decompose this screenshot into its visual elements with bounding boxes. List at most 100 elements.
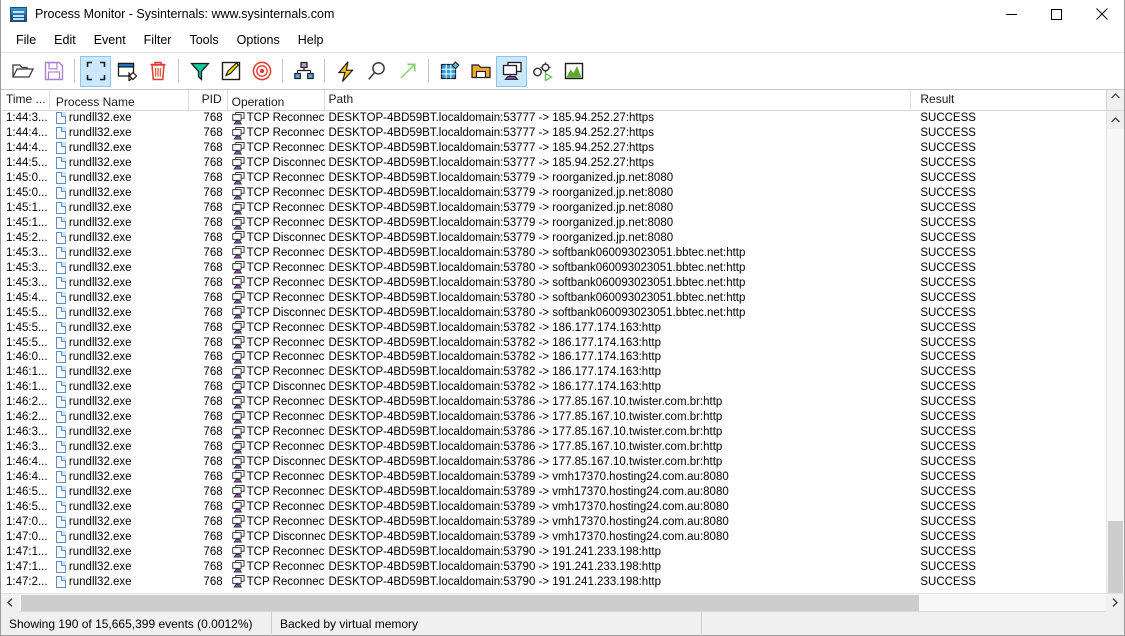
cell-result-text: SUCCESS [920, 381, 976, 394]
cell-path: DESKTOP-4BD59BT.localdomain:53786 -> 177… [325, 455, 911, 470]
table-row[interactable]: 1:45:5... rundll32.exe 768 TCP Disconnect DE… [1, 305, 1106, 320]
open-icon[interactable] [7, 56, 38, 87]
cell-process-name: rundll32.exe [50, 544, 189, 559]
cell-process-name-text: rundll32.exe [68, 246, 132, 259]
table-row[interactable]: 1:45:5... rundll32.exe 768 TCP Reconnect DES… [1, 320, 1106, 335]
cell-operation: TCP Disconnect [228, 156, 325, 171]
cell-path-text: DESKTOP-4BD59BT.localdomain:53789 -> vmh… [328, 530, 729, 543]
horizontal-scrollbar[interactable] [1, 593, 1124, 612]
cell-time: 1:46:3... [1, 425, 50, 440]
table-row[interactable]: 1:44:3... rundll32.exe 768 TCP Reconnect DES… [1, 111, 1106, 126]
table-row[interactable]: 1:46:2... rundll32.exe 768 TCP Reconnect DES… [1, 395, 1106, 410]
table-row[interactable]: 1:45:3... rundll32.exe 768 TCP Reconnect DES… [1, 275, 1106, 290]
autoscroll-icon[interactable] [111, 56, 142, 87]
highlight-icon[interactable] [215, 56, 246, 87]
cell-process-name: rundll32.exe [50, 230, 189, 245]
table-row[interactable]: 1:46:1... rundll32.exe 768 TCP Reconnect DES… [1, 365, 1106, 380]
table-row[interactable]: 1:46:1... rundll32.exe 768 TCP Disconnect DE… [1, 380, 1106, 395]
cell-path-text: DESKTOP-4BD59BT.localdomain:53782 -> 186… [328, 321, 661, 334]
table-row[interactable]: 1:47:1... rundll32.exe 768 TCP Reconnect DES… [1, 559, 1106, 574]
table-row[interactable]: 1:46:4... rundll32.exe 768 TCP Reconnect DES… [1, 470, 1106, 485]
clear-icon[interactable] [142, 56, 173, 87]
table-row[interactable]: 1:47:1... rundll32.exe 768 TCP Reconnect DES… [1, 544, 1106, 559]
cell-result: SUCCESS [911, 305, 1106, 320]
table-row[interactable]: 1:45:3... rundll32.exe 768 TCP Reconnect DES… [1, 260, 1106, 275]
chevron-up-icon [1111, 93, 1120, 99]
table-row[interactable]: 1:46:2... rundll32.exe 768 TCP Reconnect DES… [1, 410, 1106, 425]
column-header-time[interactable]: Time ... [1, 90, 50, 111]
menu-edit[interactable]: Edit [45, 30, 85, 50]
table-row[interactable]: 1:45:3... rundll32.exe 768 TCP Reconnect DES… [1, 245, 1106, 260]
cell-operation: TCP Reconnect [228, 171, 325, 186]
menu-options[interactable]: Options [228, 30, 289, 50]
scroll-right-button[interactable] [1106, 593, 1124, 612]
file-activity-icon[interactable] [465, 56, 496, 87]
column-header-operation[interactable]: Operation [228, 90, 326, 111]
process-activity-icon[interactable] [527, 56, 558, 87]
vertical-scroll-track[interactable] [1107, 129, 1124, 593]
table-row[interactable]: 1:45:2... rundll32.exe 768 TCP Disconnect DE… [1, 231, 1106, 246]
table-row[interactable]: 1:46:5... rundll32.exe 768 TCP Reconnect DES… [1, 499, 1106, 514]
table-row[interactable]: 1:47:0... rundll32.exe 768 TCP Reconnect DES… [1, 514, 1106, 529]
cell-time-text: 1:46:2... [6, 411, 48, 424]
vertical-scroll-thumb[interactable] [1108, 521, 1123, 593]
table-row[interactable]: 1:44:5... rundll32.exe 768 TCP Disconnect DE… [1, 156, 1106, 171]
table-row[interactable]: 1:45:1... rundll32.exe 768 TCP Reconnect DES… [1, 201, 1106, 216]
menu-event[interactable]: Event [85, 30, 135, 50]
registry-activity-icon[interactable] [434, 56, 465, 87]
network-activity-icon[interactable] [496, 55, 527, 87]
event-list[interactable]: 1:44:3... rundll32.exe 768 TCP Reconnect DES… [1, 111, 1106, 593]
menu-help[interactable]: Help [289, 30, 333, 50]
table-row[interactable]: 1:45:0... rundll32.exe 768 TCP Reconnect DES… [1, 171, 1106, 186]
menu-file[interactable]: File [7, 30, 45, 50]
tcp-network-icon [231, 515, 245, 528]
table-row[interactable]: 1:47:2... rundll32.exe 768 TCP Reconnect DES… [1, 574, 1106, 589]
table-row[interactable]: 1:46:0... rundll32.exe 768 TCP Reconnect DES… [1, 350, 1106, 365]
table-row[interactable]: 1:47:0... rundll32.exe 768 TCP Disconnect DE… [1, 529, 1106, 544]
menu-tools[interactable]: Tools [180, 30, 227, 50]
save-icon[interactable] [38, 56, 69, 87]
cell-result-text: SUCCESS [920, 530, 976, 543]
table-row[interactable]: 1:46:3... rundll32.exe 768 TCP Reconnect DES… [1, 425, 1106, 440]
horizontal-scroll-thumb[interactable] [21, 594, 919, 611]
close-button[interactable] [1079, 0, 1124, 28]
process-file-icon [55, 470, 66, 483]
menu-filter[interactable]: Filter [135, 30, 181, 50]
table-row[interactable]: 1:46:4... rundll32.exe 768 TCP Disconnect DE… [1, 455, 1106, 470]
scroll-up-button[interactable] [1107, 111, 1124, 129]
cell-pid: 768 [189, 156, 228, 171]
table-row[interactable]: 1:45:5... rundll32.exe 768 TCP Reconnect DES… [1, 335, 1106, 350]
include-process-icon[interactable] [246, 56, 277, 87]
column-header-path[interactable]: Path [325, 90, 912, 111]
cell-result: SUCCESS [911, 335, 1106, 350]
table-row[interactable]: 1:46:3... rundll32.exe 768 TCP Reconnect DES… [1, 440, 1106, 455]
profiling-events-icon[interactable] [558, 56, 589, 87]
jump-to-icon[interactable] [392, 56, 423, 87]
table-row[interactable]: 1:46:5... rundll32.exe 768 TCP Reconnect DES… [1, 484, 1106, 499]
horizontal-scroll-track[interactable] [19, 594, 1106, 612]
table-row[interactable]: 1:45:0... rundll32.exe 768 TCP Reconnect DES… [1, 186, 1106, 201]
table-row[interactable]: 1:44:4... rundll32.exe 768 TCP Reconnect DES… [1, 126, 1106, 141]
process-tree-icon[interactable] [288, 56, 319, 87]
maximize-button[interactable] [1034, 0, 1079, 28]
minimize-button[interactable] [989, 0, 1034, 28]
cell-result: SUCCESS [911, 469, 1106, 484]
filter-icon[interactable] [184, 56, 215, 87]
find-bolt-icon[interactable] [330, 56, 361, 87]
vertical-scrollbar[interactable] [1106, 111, 1124, 593]
cell-operation: TCP Reconnect [228, 350, 325, 365]
column-header-process-name[interactable]: Process Name [50, 90, 189, 111]
table-row[interactable]: 1:45:1... rundll32.exe 768 TCP Reconnect DES… [1, 216, 1106, 231]
capture-icon[interactable] [80, 55, 111, 87]
table-row[interactable]: 1:45:4... rundll32.exe 768 TCP Reconnect DES… [1, 290, 1106, 305]
cell-result-text: SUCCESS [920, 112, 976, 125]
cell-time-text: 1:47:2... [6, 575, 48, 588]
table-row[interactable]: 1:44:4... rundll32.exe 768 TCP Reconnect DES… [1, 141, 1106, 156]
cell-result: SUCCESS [911, 201, 1106, 216]
column-header-pid[interactable]: PID [189, 90, 228, 111]
process-file-icon [55, 381, 66, 394]
find-icon[interactable] [361, 56, 392, 87]
cell-process-name-text: rundll32.exe [68, 336, 132, 349]
scroll-left-button[interactable] [1, 593, 19, 612]
column-header-result[interactable]: Result [911, 90, 1106, 111]
